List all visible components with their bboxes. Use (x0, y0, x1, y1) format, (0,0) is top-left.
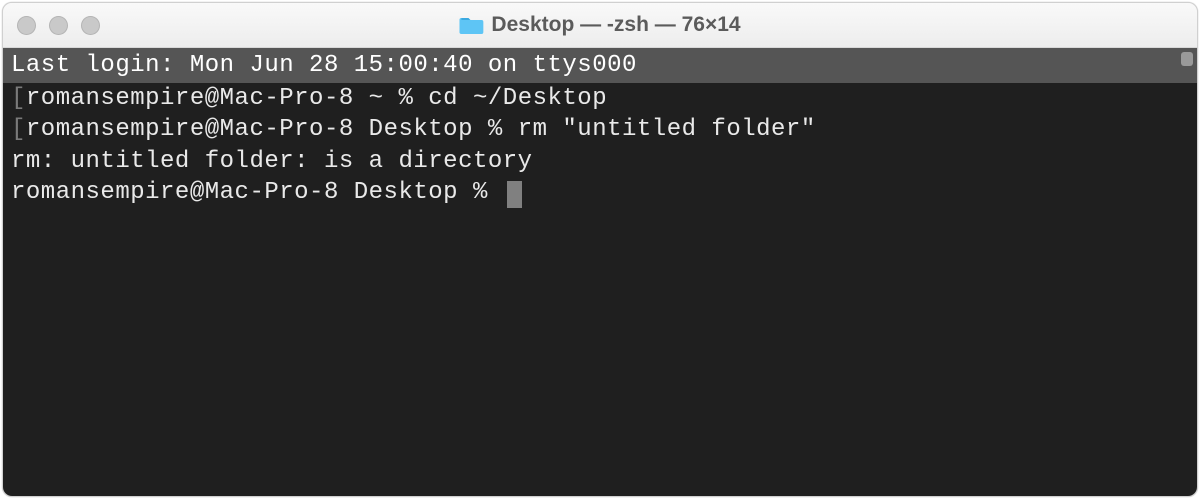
prompt: romansempire@Mac-Pro-8 Desktop % (26, 116, 518, 143)
window-title: Desktop — -zsh — 76×14 (459, 13, 740, 37)
term-line-2: [romansempire@Mac-Pro-8 Desktop % rm "un… (3, 114, 1197, 145)
traffic-lights (17, 16, 100, 35)
close-button[interactable] (17, 16, 36, 35)
command: cd ~/Desktop (428, 85, 607, 112)
prompt: romansempire@Mac-Pro-8 ~ % (26, 85, 428, 112)
terminal-body[interactable]: Last login: Mon Jun 28 15:00:40 on ttys0… (3, 48, 1197, 496)
terminal-window: Desktop — -zsh — 76×14 Last login: Mon J… (2, 2, 1198, 497)
command: rm "untitled folder" (518, 116, 816, 143)
output: rm: untitled folder: is a directory (11, 148, 533, 175)
term-line-4: romansempire@Mac-Pro-8 Desktop % (3, 177, 1197, 208)
window-title-text: Desktop — -zsh — 76×14 (491, 13, 740, 37)
term-line-1: [romansempire@Mac-Pro-8 ~ % cd ~/Desktop (3, 83, 1197, 114)
titlebar[interactable]: Desktop — -zsh — 76×14 (3, 3, 1197, 48)
login-line: Last login: Mon Jun 28 15:00:40 on ttys0… (3, 48, 1197, 83)
scrollbar-thumb[interactable] (1181, 52, 1193, 66)
prompt: romansempire@Mac-Pro-8 Desktop % (11, 179, 503, 206)
term-line-3: rm: untitled folder: is a directory (3, 146, 1197, 177)
maximize-button[interactable] (81, 16, 100, 35)
cursor (507, 181, 522, 208)
minimize-button[interactable] (49, 16, 68, 35)
folder-icon (459, 15, 483, 35)
